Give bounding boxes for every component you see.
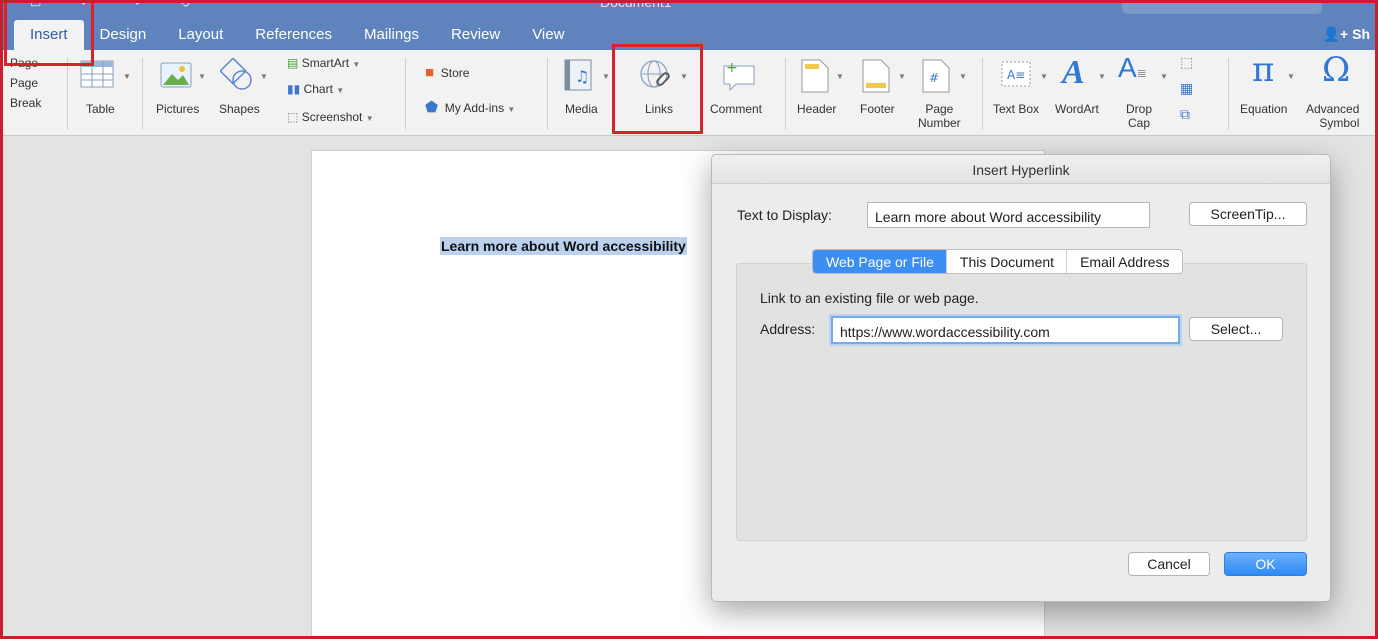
screenshot-button[interactable]: ⬚ Screenshot ▼: [287, 110, 374, 124]
share-label: Sh: [1352, 26, 1370, 42]
tab-layout[interactable]: Layout: [162, 20, 239, 50]
dialog-title: Insert Hyperlink: [712, 155, 1330, 184]
store-icon: ■: [425, 64, 435, 81]
media-label: Media: [565, 102, 598, 116]
media-icon[interactable]: ♫: [562, 58, 596, 94]
smartart-button[interactable]: ▤ SmartArt ▼: [287, 56, 360, 70]
drop-cap-label: Drop Cap: [1126, 102, 1152, 130]
page-number-icon[interactable]: #: [921, 58, 951, 94]
pictures-icon[interactable]: [160, 62, 194, 90]
date-time-icon[interactable]: ▦: [1180, 80, 1193, 97]
break-label: Break: [10, 96, 42, 110]
symbol-line: Symbol: [1319, 116, 1360, 130]
table-label: Table: [86, 102, 115, 116]
drop-cap-line2: Cap: [1128, 116, 1151, 130]
title-bar: ▭ ↶ ↷ ⟲ Document1 Insert Design Layout R…: [0, 0, 1378, 50]
tab-view[interactable]: View: [516, 20, 580, 50]
link-type-tabs: Web Page or File This Document Email Add…: [812, 249, 1183, 274]
tab-web-page-or-file[interactable]: Web Page or File: [813, 250, 947, 273]
pictures-label: Pictures: [156, 102, 200, 116]
drop-cap-line1: Drop: [1126, 102, 1153, 116]
insert-hyperlink-dialog: Insert Hyperlink Text to Display: Learn …: [711, 154, 1331, 602]
comment-icon[interactable]: +: [720, 58, 760, 94]
addins-button[interactable]: ⬟ My Add-ins ▼: [425, 98, 515, 116]
tab-references[interactable]: References: [239, 20, 348, 50]
share-button[interactable]: 👤+ Sh: [1323, 26, 1370, 43]
signature-icon[interactable]: ⬚: [1180, 54, 1193, 71]
chart-button[interactable]: ▮▮ Chart ▼: [287, 82, 344, 96]
tab-mailings[interactable]: Mailings: [348, 20, 435, 50]
text-box-icon[interactable]: A≡: [1000, 60, 1034, 90]
header-label: Header: [797, 102, 837, 116]
tab-email-address[interactable]: Email Address: [1067, 250, 1181, 273]
wordart-icon[interactable]: A: [1062, 54, 1085, 92]
drop-cap-icon[interactable]: A≣: [1118, 52, 1147, 84]
text-to-display-label: Text to Display:: [737, 207, 832, 223]
search-field[interactable]: [1122, 0, 1322, 14]
shapes-label: Shapes: [219, 102, 260, 116]
svg-text:+: +: [726, 60, 738, 76]
ribbon-tabs: Insert Design Layout References Mailings…: [14, 20, 580, 50]
advanced-line: Advanced: [1306, 102, 1360, 116]
page-label-2: Page: [10, 76, 39, 90]
page-number-line1: Page: [925, 102, 954, 116]
ok-button[interactable]: OK: [1224, 552, 1307, 576]
tab-design[interactable]: Design: [84, 20, 163, 50]
footer-label: Footer: [860, 102, 895, 116]
omega-icon[interactable]: Ω: [1322, 50, 1350, 90]
text-to-display-field[interactable]: Learn more about Word accessibility: [867, 202, 1150, 228]
equation-label: Equation: [1240, 102, 1288, 116]
svg-text:♫: ♫: [575, 67, 589, 86]
page-number-line2: Number: [918, 116, 961, 130]
screenshot-icon: ⬚: [287, 110, 299, 124]
advanced-symbol-label: Advanced Symbol: [1306, 102, 1359, 130]
document-title: Document1: [600, 0, 672, 10]
addins-icon: ⬟: [425, 99, 439, 116]
header-icon[interactable]: [800, 58, 830, 94]
chart-label: Chart: [303, 82, 333, 96]
smartart-label: SmartArt: [301, 56, 350, 70]
svg-text:A≡: A≡: [1007, 68, 1025, 82]
address-field[interactable]: https://www.wordaccessibility.com: [831, 316, 1180, 344]
selected-text[interactable]: Learn more about Word accessibility: [440, 237, 687, 255]
equation-icon[interactable]: π: [1252, 50, 1274, 90]
page-number-label: Page Number: [918, 102, 961, 130]
shapes-icon[interactable]: [220, 58, 256, 92]
store-button[interactable]: ■ Store: [425, 64, 469, 81]
insert-highlight: [4, 0, 94, 66]
addins-label: My Add-ins: [444, 101, 505, 115]
smartart-icon: ▤: [287, 56, 299, 70]
chart-icon: ▮▮: [287, 82, 301, 96]
tab-review[interactable]: Review: [435, 20, 516, 50]
cancel-button[interactable]: Cancel: [1128, 552, 1210, 576]
wordart-label: WordArt: [1055, 102, 1099, 116]
screenshot-label: Screenshot: [301, 110, 363, 124]
share-icon: 👤+: [1322, 26, 1353, 42]
footer-icon[interactable]: [861, 58, 891, 94]
tab-this-document[interactable]: This Document: [947, 250, 1068, 273]
address-label: Address:: [760, 321, 816, 337]
links-highlight: [612, 44, 703, 134]
store-label: Store: [440, 66, 470, 80]
svg-text:#: #: [929, 71, 939, 85]
comment-label: Comment: [710, 102, 763, 116]
select-button[interactable]: Select...: [1189, 317, 1283, 341]
object-icon[interactable]: ⧉: [1180, 106, 1190, 123]
screentip-button[interactable]: ScreenTip...: [1189, 202, 1307, 226]
text-box-label: Text Box: [993, 102, 1040, 116]
link-hint: Link to an existing file or web page.: [760, 290, 979, 306]
